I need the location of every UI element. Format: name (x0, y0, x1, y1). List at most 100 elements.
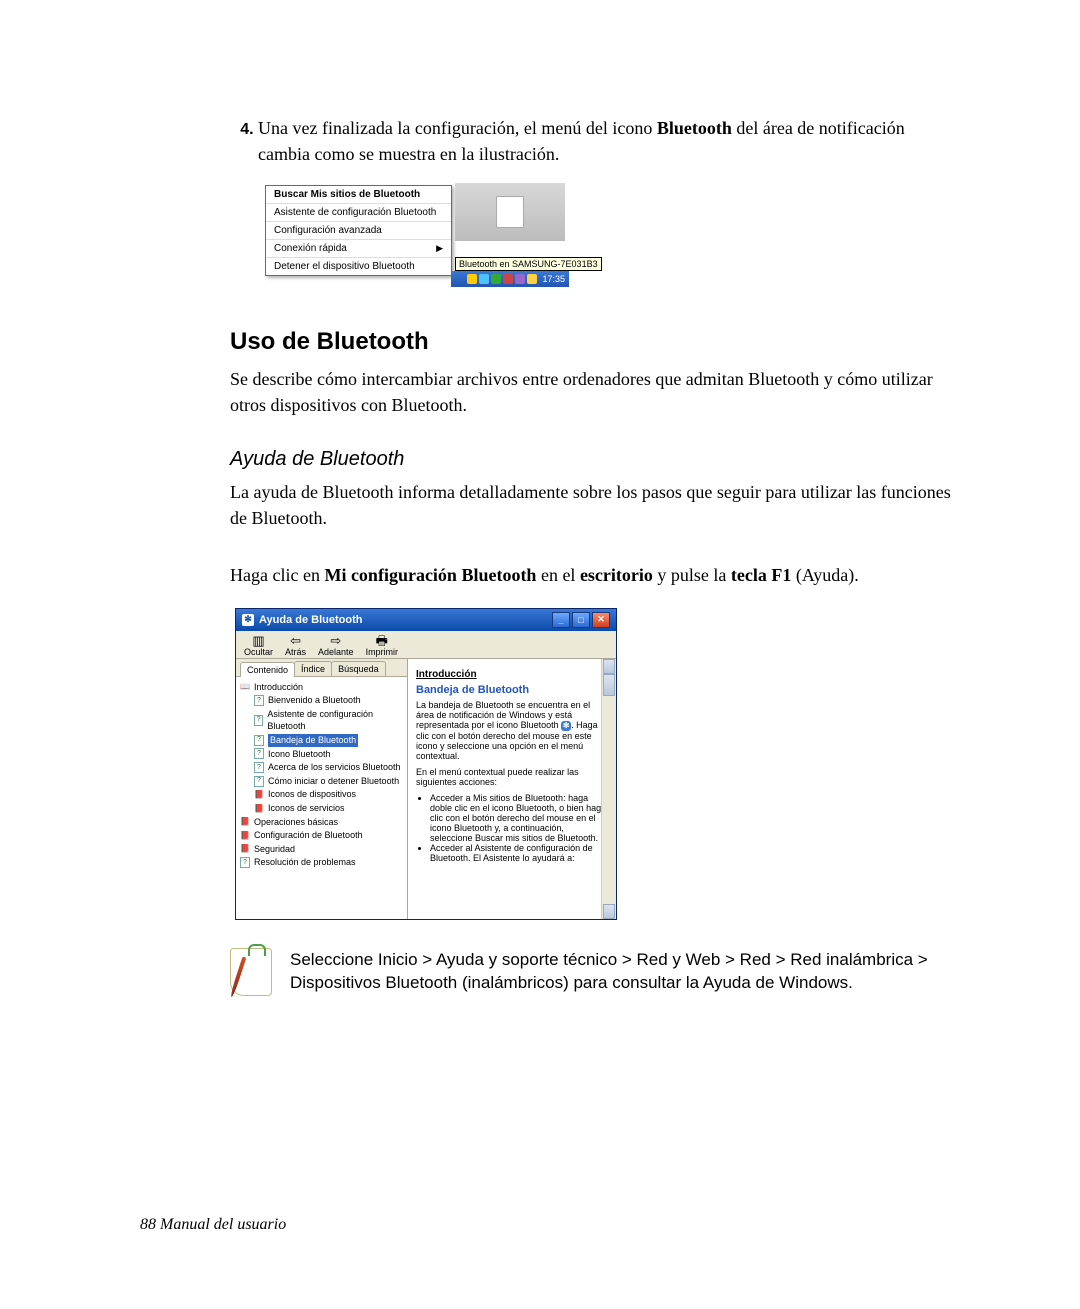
chevron-right-icon: ▶ (436, 243, 443, 254)
tray-icon[interactable] (479, 274, 489, 284)
note-icon (230, 948, 272, 996)
t-bold: Mi configuración Bluetooth (324, 565, 536, 585)
list-item: Acceder a Mis sitios de Bluetooth: haga … (430, 793, 608, 843)
page-icon: ? (254, 715, 263, 726)
window-controls: _ □ ✕ (552, 612, 610, 628)
bluetooth-icon: ✻ (242, 614, 254, 626)
help-toolbar: ▥Ocultar ⇦Atrás ⇨Adelante 🖶Imprimir (236, 631, 616, 659)
content-list: Acceder a Mis sitios de Bluetooth: haga … (416, 793, 608, 863)
tree-item[interactable]: 📕Iconos de dispositivos (240, 788, 403, 802)
tree-node[interactable]: 📕 Configuración de Bluetooth (240, 829, 403, 843)
titlebar: ✻ Ayuda de Bluetooth _ □ ✕ (236, 609, 616, 631)
context-menu: Buscar Mis sitios de Bluetooth Asistente… (265, 185, 452, 276)
tab-search[interactable]: Búsqueda (331, 661, 386, 676)
scrollbar[interactable] (601, 659, 616, 919)
content-para: En el menú contextual puede realizar las… (416, 767, 608, 787)
tree-node[interactable]: 📕 Seguridad (240, 843, 403, 857)
step-4: Una vez finalizada la configuración, el … (258, 115, 960, 167)
taskbar-bg (455, 183, 565, 241)
label: Resolución de problemas (254, 856, 356, 869)
tree-item[interactable]: ?Icono Bluetooth (240, 748, 403, 762)
tree-node[interactable]: 📕Operaciones básicas (240, 816, 403, 830)
label: Cómo iniciar o detener Bluetooth (268, 775, 399, 788)
book-icon: 📕 (240, 844, 250, 854)
page-icon: ? (254, 695, 264, 706)
label: Seguridad (254, 843, 295, 856)
clock: 17:35 (542, 274, 565, 284)
page-icon: ? (254, 735, 264, 746)
t-bold: tecla F1 (731, 565, 791, 585)
maximize-button[interactable]: □ (572, 612, 590, 628)
label: Adelante (318, 647, 354, 657)
tree-item[interactable]: ? Acerca de los servicios Bluetooth (240, 761, 403, 775)
forward-button[interactable]: ⇨Adelante (318, 634, 354, 657)
book-icon: 📕 (254, 803, 264, 813)
book-open-icon: 📖 (240, 682, 250, 692)
t: en el (536, 565, 579, 585)
subsection-body: La ayuda de Bluetooth informa detalladam… (230, 479, 960, 531)
window-icon (496, 196, 524, 228)
book-icon: 📕 (240, 830, 250, 840)
content-para: La bandeja de Bluetooth se encuentra en … (416, 700, 608, 761)
page-icon: ? (254, 748, 264, 759)
label: Operaciones básicas (254, 816, 338, 829)
content-heading: Introducción (416, 669, 608, 680)
tray-icon[interactable] (527, 274, 537, 284)
tab-index[interactable]: Índice (294, 661, 332, 676)
menu-item[interactable]: Configuración avanzada (266, 222, 451, 240)
tree-node[interactable]: ?Resolución de problemas (240, 856, 403, 870)
label: Asistente de configuración Bluetooth (267, 708, 403, 733)
menu-item-submenu[interactable]: Conexión rápida ▶ (266, 240, 451, 258)
instruction: Haga clic en Mi configuración Bluetooth … (230, 562, 960, 588)
tree-item[interactable]: 📕 Iconos de servicios (240, 802, 403, 816)
tray-icon[interactable] (515, 274, 525, 284)
menu-item[interactable]: Buscar Mis sitios de Bluetooth (266, 186, 451, 204)
label: Introducción (254, 681, 303, 694)
note: Seleccione Inicio > Ayuda y soporte técn… (230, 948, 960, 996)
label: Ocultar (244, 647, 273, 657)
label: Configuración avanzada (274, 225, 382, 236)
help-window: ✻ Ayuda de Bluetooth _ □ ✕ ▥Ocultar ⇦Atr… (235, 608, 617, 920)
page-icon: ? (254, 762, 264, 773)
label: Bienvenido a Bluetooth (268, 694, 361, 707)
panel-icon: ▥ (244, 634, 273, 647)
tray-menu-figure: Buscar Mis sitios de Bluetooth Asistente… (265, 185, 565, 276)
label: Asistente de configuración Bluetooth (274, 207, 436, 218)
tab-contents[interactable]: Contenido (240, 662, 295, 677)
close-button[interactable]: ✕ (592, 612, 610, 628)
label: Conexión rápida (274, 243, 347, 254)
t: Haga clic en (230, 565, 324, 585)
tree-item[interactable]: ?Cómo iniciar o detener Bluetooth (240, 775, 403, 789)
minimize-button[interactable]: _ (552, 612, 570, 628)
menu-item[interactable]: Asistente de configuración Bluetooth (266, 204, 451, 222)
label: Configuración de Bluetooth (254, 829, 363, 842)
hide-button[interactable]: ▥Ocultar (244, 634, 273, 657)
print-button[interactable]: 🖶Imprimir (366, 634, 399, 657)
list-item: Acceder al Asistente de configuración de… (430, 843, 608, 863)
note-text: Seleccione Inicio > Ayuda y soporte técn… (290, 948, 960, 996)
arrow-right-icon: ⇨ (318, 634, 354, 647)
t: (Ayuda). (791, 565, 858, 585)
bluetooth-icon: ✻ (561, 721, 571, 731)
tree-node[interactable]: 📖 Introducción (240, 681, 403, 695)
label: Iconos de servicios (268, 802, 345, 815)
content-title: Bandeja de Bluetooth (416, 684, 608, 696)
printer-icon: 🖶 (366, 634, 399, 647)
label: Detener el dispositivo Bluetooth (274, 261, 415, 272)
content-pane: Introducción Bandeja de Bluetooth La ban… (408, 659, 616, 919)
scroll-thumb[interactable] (603, 674, 615, 696)
page-footer: 88 Manual del usuario (140, 1216, 286, 1234)
label: Acerca de los servicios Bluetooth (268, 761, 401, 774)
tray-icon[interactable] (491, 274, 501, 284)
tree-item[interactable]: ? Asistente de configuración Bluetooth (240, 708, 403, 734)
tray-icon[interactable] (503, 274, 513, 284)
label: Imprimir (366, 647, 399, 657)
menu-item[interactable]: Detener el dispositivo Bluetooth (266, 258, 451, 275)
step-bold: Bluetooth (657, 118, 732, 138)
subsection-heading: Ayuda de Bluetooth (230, 448, 960, 471)
tree-item-selected[interactable]: ?Bandeja de Bluetooth (240, 734, 403, 748)
back-button[interactable]: ⇦Atrás (285, 634, 306, 657)
arrow-left-icon: ⇦ (285, 634, 306, 647)
tree-item[interactable]: ? Bienvenido a Bluetooth (240, 694, 403, 708)
tray-icon[interactable] (467, 274, 477, 284)
